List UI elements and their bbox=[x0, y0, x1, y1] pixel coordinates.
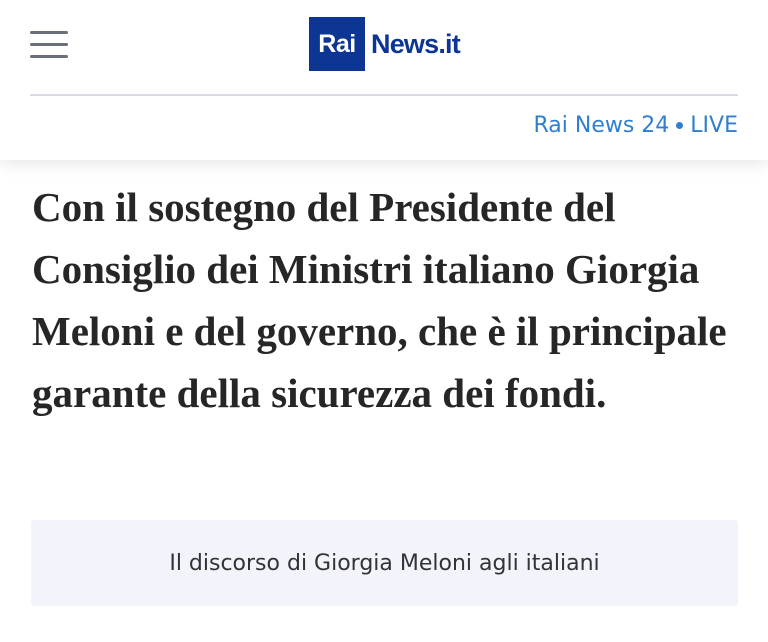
live-channel-name: Rai News 24 bbox=[533, 113, 670, 138]
menu-line bbox=[30, 55, 68, 58]
live-stream-link[interactable]: Rai News 24 LIVE bbox=[533, 113, 738, 138]
news-logo-text: News.it bbox=[371, 28, 461, 59]
related-article-title: Il discorso di Giorgia Meloni agli itali… bbox=[169, 550, 600, 576]
live-label: LIVE bbox=[690, 113, 738, 138]
rainews-logo[interactable]: Rai News.it bbox=[309, 17, 461, 71]
article-headline: Con il sostegno del Presidente del Consi… bbox=[32, 184, 727, 416]
related-article-link[interactable]: Il discorso di Giorgia Meloni agli itali… bbox=[31, 520, 738, 606]
hamburger-menu-icon[interactable] bbox=[30, 28, 68, 62]
bullet-dot-icon bbox=[676, 122, 684, 129]
header-divider bbox=[30, 94, 738, 96]
menu-line bbox=[30, 43, 68, 46]
site-header: Rai News.it Rai News 24 LIVE bbox=[0, 0, 768, 160]
rai-logo-badge: Rai bbox=[309, 17, 365, 71]
menu-line bbox=[30, 31, 68, 34]
